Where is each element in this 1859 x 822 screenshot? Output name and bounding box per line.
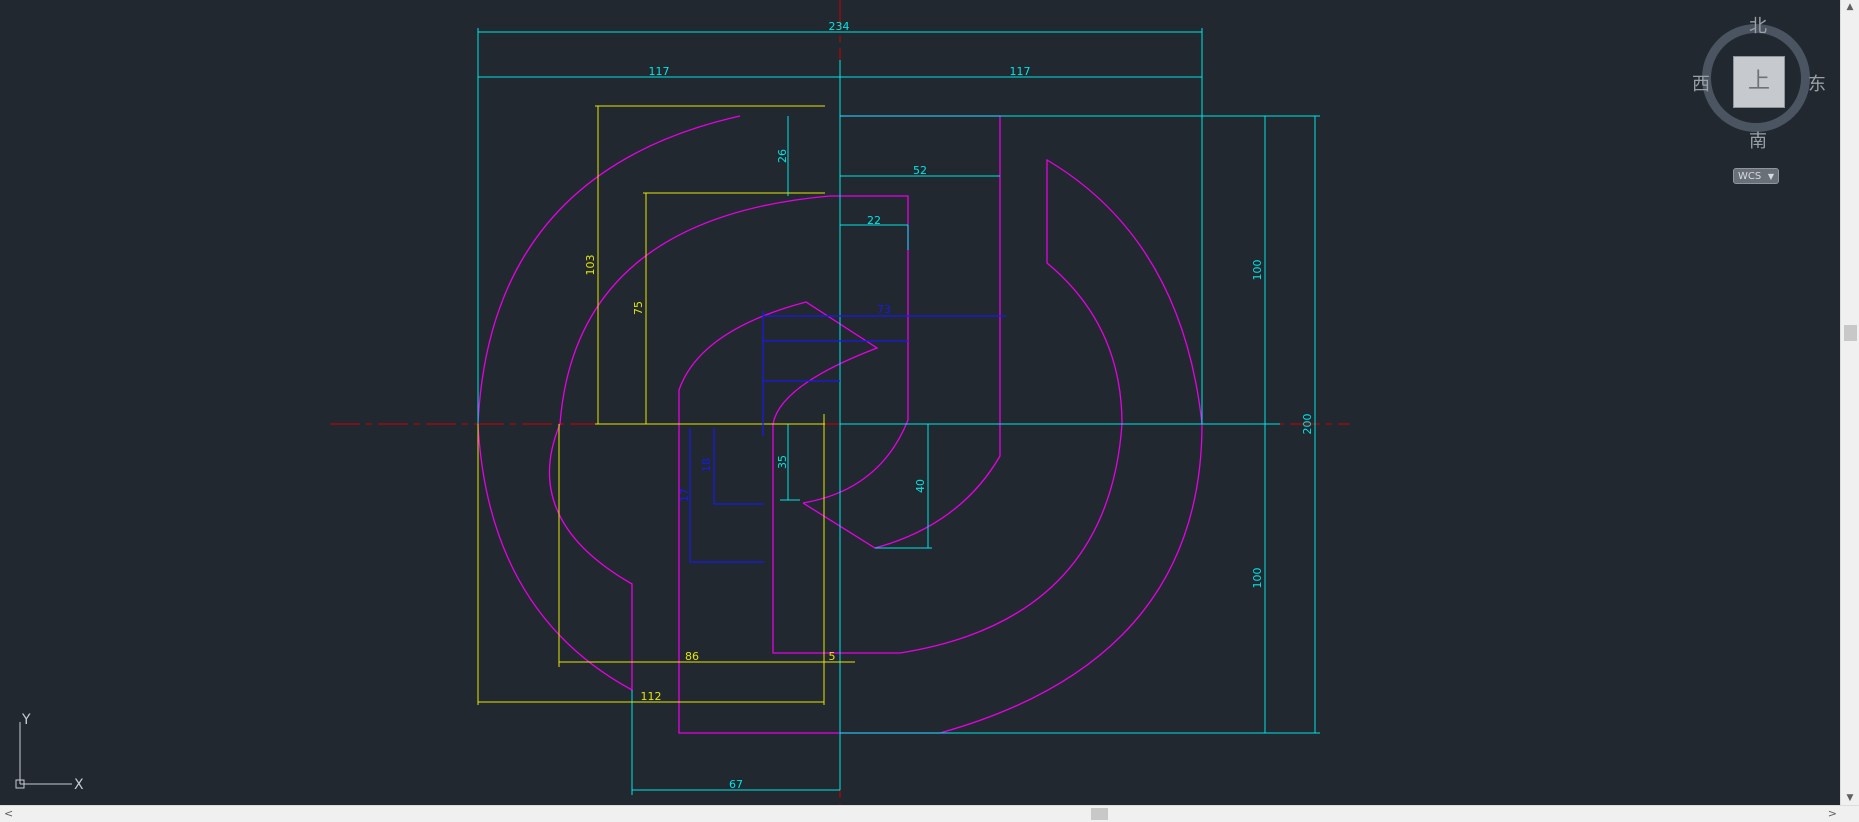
dim-stem-width: 67 — [729, 778, 743, 791]
cyan-dimensions — [477, 28, 1320, 795]
dim-slot-width: 52 — [913, 164, 927, 177]
dim-total-height: 200 — [1301, 414, 1314, 435]
dim-overall-width: 234 — [829, 20, 850, 33]
horizontal-scroll-thumb[interactable] — [1091, 808, 1108, 820]
drawing-canvas[interactable]: 234 117 117 26 52 22 100 100 200 35 40 6… — [0, 0, 1840, 805]
dim-bottom-width: 112 — [641, 690, 662, 703]
ucs-icon: Y X — [10, 712, 100, 793]
yellow-dimensions — [477, 105, 855, 705]
dim-base-width: 86 — [685, 650, 699, 663]
dim-inner-width: 22 — [867, 214, 881, 227]
compass-south[interactable]: 南 — [1749, 127, 1767, 153]
wcs-label: WCS — [1738, 171, 1762, 182]
vertical-scroll-thumb[interactable] — [1844, 325, 1857, 341]
compass-east[interactable]: 东 — [1808, 70, 1826, 96]
wcs-dropdown[interactable]: WCS ▼ — [1733, 168, 1779, 184]
chevron-down-icon: ▼ — [1767, 172, 1774, 181]
dim-gap: 5 — [829, 650, 836, 663]
viewcube[interactable]: 上 北 南 西 东 WCS ▼ — [1690, 10, 1830, 190]
cad-drawing: 234 117 117 26 52 22 100 100 200 35 40 6… — [330, 0, 1350, 805]
dimension-labels: 234 117 117 26 52 22 100 100 200 35 40 6… — [584, 20, 1314, 791]
dim-left-half: 117 — [649, 65, 670, 78]
compass-west[interactable]: 西 — [1692, 70, 1710, 96]
dim-tail-depth: 40 — [914, 479, 927, 493]
scroll-up-arrow[interactable]: ▲ — [1841, 2, 1859, 12]
dim-lower-depth: 35 — [776, 455, 789, 469]
dim-blue-top: 73 — [877, 303, 891, 316]
ucs-axes: Y X — [15, 712, 84, 793]
scroll-down-arrow[interactable]: ▼ — [1841, 793, 1859, 803]
compass-north[interactable]: 北 — [1749, 12, 1767, 38]
blue-construction — [689, 311, 1006, 563]
dim-lower-height: 100 — [1251, 568, 1264, 589]
ucs-y-label: Y — [21, 712, 31, 728]
dim-outer-height-yellow: 103 — [584, 255, 597, 276]
dim-top-offset: 26 — [776, 149, 789, 163]
dim-inner-height-yellow: 75 — [632, 301, 645, 315]
dim-blue-a: 18 — [700, 458, 713, 472]
horizontal-scrollbar[interactable]: < > — [0, 805, 1859, 822]
dim-blue-b: 17 — [678, 488, 691, 502]
ucs-x-label: X — [74, 777, 84, 792]
scroll-right-arrow[interactable]: > — [1828, 806, 1837, 822]
scroll-left-arrow[interactable]: < — [4, 806, 13, 822]
vertical-scrollbar[interactable]: ▲ ▼ — [1840, 0, 1859, 805]
dim-upper-height: 100 — [1251, 260, 1264, 281]
viewcube-top-face[interactable]: 上 — [1733, 56, 1785, 108]
dim-right-half: 117 — [1010, 65, 1031, 78]
